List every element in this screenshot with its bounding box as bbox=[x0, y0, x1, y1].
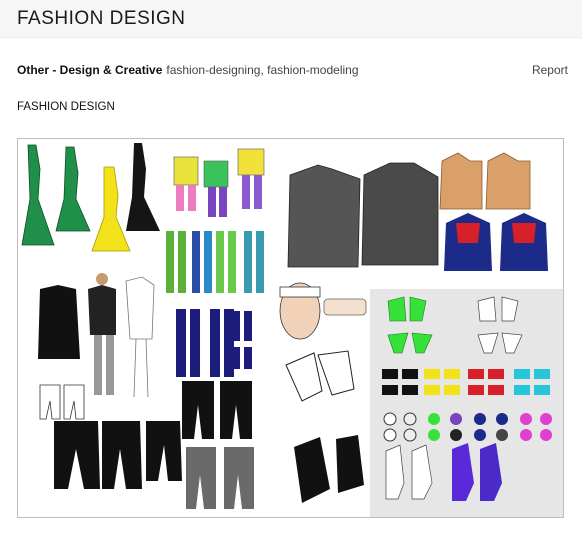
meta-row: Other - Design & Creative fashion-designi… bbox=[17, 63, 568, 77]
page-header: FASHION DESIGN bbox=[0, 0, 582, 38]
white-shorts bbox=[39, 384, 85, 420]
leggings bbox=[166, 231, 264, 293]
kids-tops bbox=[173, 148, 265, 217]
black-socks bbox=[294, 435, 364, 503]
black-gown bbox=[126, 143, 160, 231]
figure-sketches bbox=[38, 273, 155, 398]
navy-pants bbox=[176, 309, 252, 377]
tags-link[interactable]: fashion-designing, fashion-modeling bbox=[166, 63, 358, 77]
tan-jackets bbox=[439, 152, 531, 210]
fashion-collage-image[interactable] bbox=[17, 138, 564, 518]
category-line: Other - Design & Creative fashion-designi… bbox=[17, 63, 359, 77]
page-title: FASHION DESIGN bbox=[17, 7, 186, 29]
gray-joggers bbox=[186, 447, 254, 509]
green-gowns bbox=[21, 144, 91, 246]
blazers bbox=[287, 162, 439, 268]
track-jackets bbox=[444, 213, 548, 271]
yellow-gown bbox=[91, 166, 131, 252]
category-link[interactable]: Other - Design & Creative bbox=[17, 63, 162, 77]
white-socks bbox=[285, 350, 355, 402]
report-link[interactable]: Report bbox=[532, 63, 568, 77]
project-subtitle: FASHION DESIGN bbox=[17, 101, 115, 113]
headband-illustration bbox=[279, 282, 367, 340]
